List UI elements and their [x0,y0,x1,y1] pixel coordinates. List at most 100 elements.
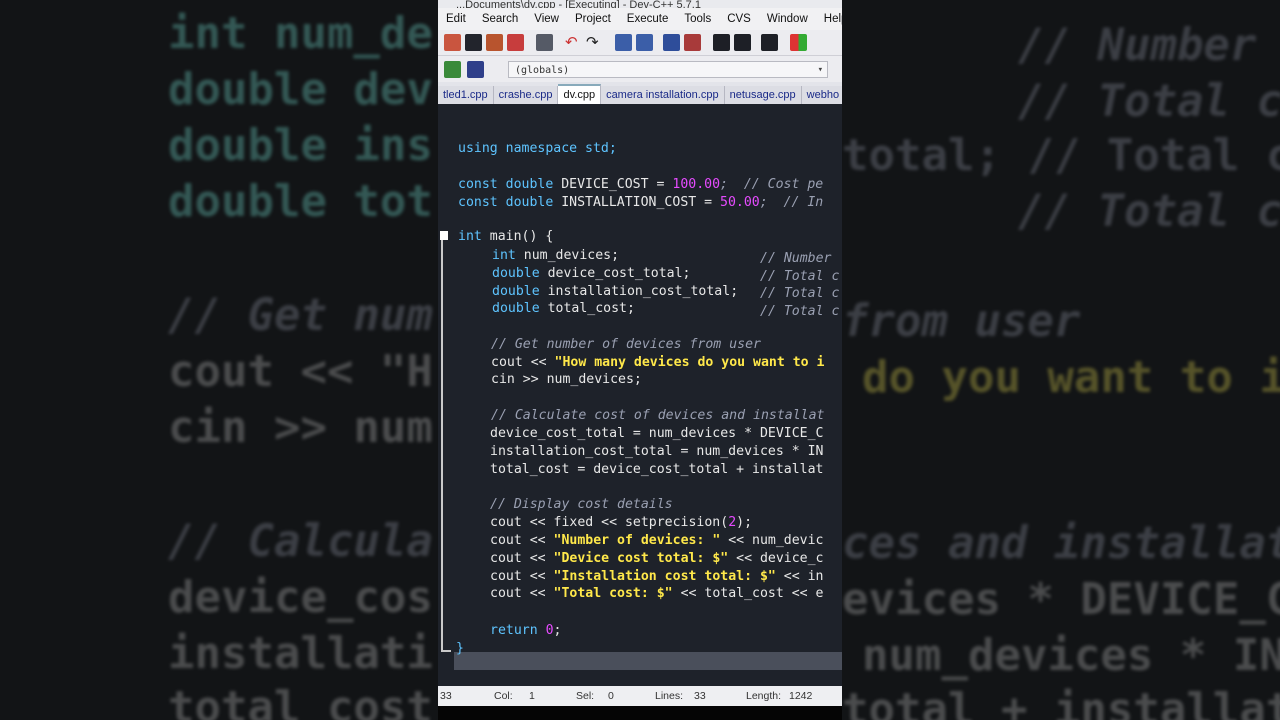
code-number: 100.00 [672,177,721,192]
code-line: int main() { [458,229,553,244]
code-line: installation_cost_total = num_devices * … [490,444,824,459]
code-number: 2 [728,515,737,530]
code-text: device_cost_total; [539,266,691,281]
tab-dv[interactable]: dv.cpp [558,84,602,104]
status-bar: 33 Col: 1 Sel: 0 Lines: 33 Length: 1242 [438,686,842,706]
bg-code-line: total; // Total c [842,130,1280,181]
code-text: cout << [490,533,554,548]
code-comment: ; // Cost pe [720,177,824,192]
bg-code-line: // Number [1018,20,1257,71]
code-keyword: int [492,248,516,263]
code-text: num_devices; [515,248,620,263]
code-content: using namespace std; const double DEVICE… [438,104,842,686]
code-text: INSTALLATION_COST = [553,195,721,210]
save-icon[interactable] [465,34,482,51]
bg-code-line: evices * DEVICE_C [842,574,1280,625]
code-keyword: double [492,284,540,299]
print-icon[interactable] [536,34,553,51]
bg-code-line: do you want to i [862,352,1280,403]
menu-execute[interactable]: Execute [619,13,677,25]
code-keyword: double [492,301,540,316]
save-all-icon[interactable] [486,34,503,51]
code-line: const double INSTALLATION_COST = 50.00; … [458,195,823,210]
menu-window[interactable]: Window [759,13,816,25]
code-line: cout << "Number of devices: " << num_dev… [490,533,823,548]
tab-netusage[interactable]: netusage.cpp [724,86,802,104]
indent-icon[interactable] [663,34,680,51]
unindent-icon[interactable] [684,34,701,51]
code-line: cout << "Installation cost total: $" << … [490,569,823,584]
new-class-icon[interactable] [790,34,807,51]
menu-bar: Edit Search View Project Execute Tools C… [438,8,842,30]
code-editor[interactable]: using namespace std; const double DEVICE… [438,104,842,686]
menu-cvs[interactable]: CVS [719,13,759,25]
code-line: device_cost_total = num_devices * DEVICE… [490,426,824,441]
code-string: "Device cost total: $" [553,551,729,566]
scope-selector[interactable]: (globals) ▾ [508,60,828,79]
status-col-label: Col: [494,690,513,702]
redo-icon[interactable]: ↷ [586,34,603,51]
code-keyword: return [490,623,538,638]
code-text: total_cost; [539,301,635,316]
code-comment: // Calculate cost of devices and install… [491,408,825,423]
code-comment: // Get number of devices from user [491,337,761,352]
menu-help[interactable]: Help [816,13,842,25]
code-text: using namespace std; [458,141,617,156]
code-line: return 0; [490,623,562,638]
undo-icon[interactable]: ↶ [565,34,582,51]
code-number: 50.00 [720,195,760,210]
scope-selector-value: (globals) [515,64,570,76]
bg-code-line: device_cos [168,572,433,623]
chevron-down-icon[interactable]: ▾ [818,62,823,79]
close-file-icon[interactable] [507,34,524,51]
closing-brace: } [456,641,464,656]
bookmark-icon[interactable] [761,34,778,51]
code-text: DEVICE_COST = [553,177,673,192]
tab-webho[interactable]: webho [801,86,842,104]
add-to-project-icon[interactable] [444,60,461,78]
replace-icon[interactable] [636,34,653,51]
code-text: cout << [490,569,554,584]
bg-code-line: total + installat [842,684,1280,720]
goto-forward-icon[interactable] [734,34,751,51]
code-text: << in [775,569,824,584]
code-comment: // Total c [760,269,840,284]
tab-crashe[interactable]: crashe.cpp [493,86,559,104]
open-project-icon[interactable] [444,34,461,51]
code-text: << num_devic [720,533,824,548]
remove-from-project-icon[interactable] [467,60,484,78]
code-keyword: const double [458,195,554,210]
code-line: total_cost = device_cost_total + install… [490,462,824,477]
find-icon[interactable] [615,34,632,51]
code-text: cout << [491,355,555,370]
tab-camera-installation[interactable]: camera installation.cpp [601,86,725,104]
bg-code-line: from user [842,296,1081,347]
code-keyword: const double [458,177,554,192]
code-text: cout << [490,551,554,566]
code-keyword: double [492,266,540,281]
menu-search[interactable]: Search [474,13,526,25]
code-comment: // Display cost details [490,497,673,512]
menu-edit[interactable]: Edit [438,13,474,25]
code-line: int num_devices; [492,248,619,263]
status-lines-label: Lines: [655,690,684,702]
code-line: cout << "Device cost total: $" << device… [490,551,823,566]
menu-project[interactable]: Project [567,13,619,25]
bg-code-line: num_devices * IN [862,630,1280,681]
goto-back-icon[interactable] [713,34,730,51]
code-string: "Number of devices: " [553,533,721,548]
status-line: 33 [440,690,452,702]
tab-untitled1[interactable]: tled1.cpp [438,86,494,104]
code-line: cout << fixed << setprecision(2); [490,515,752,530]
bg-code-line: double tot [168,176,433,227]
menu-view[interactable]: View [526,13,567,25]
menu-tools[interactable]: Tools [676,13,719,25]
code-text: installation_cost_total; [539,284,739,299]
code-line: double total_cost; [492,301,635,316]
code-comment: // Total c [760,286,840,301]
code-text: << total_cost << e [672,586,824,601]
code-text: main() { [481,229,554,244]
code-line: using namespace std; [458,141,617,156]
bg-code-line: // Total c [1018,76,1280,127]
